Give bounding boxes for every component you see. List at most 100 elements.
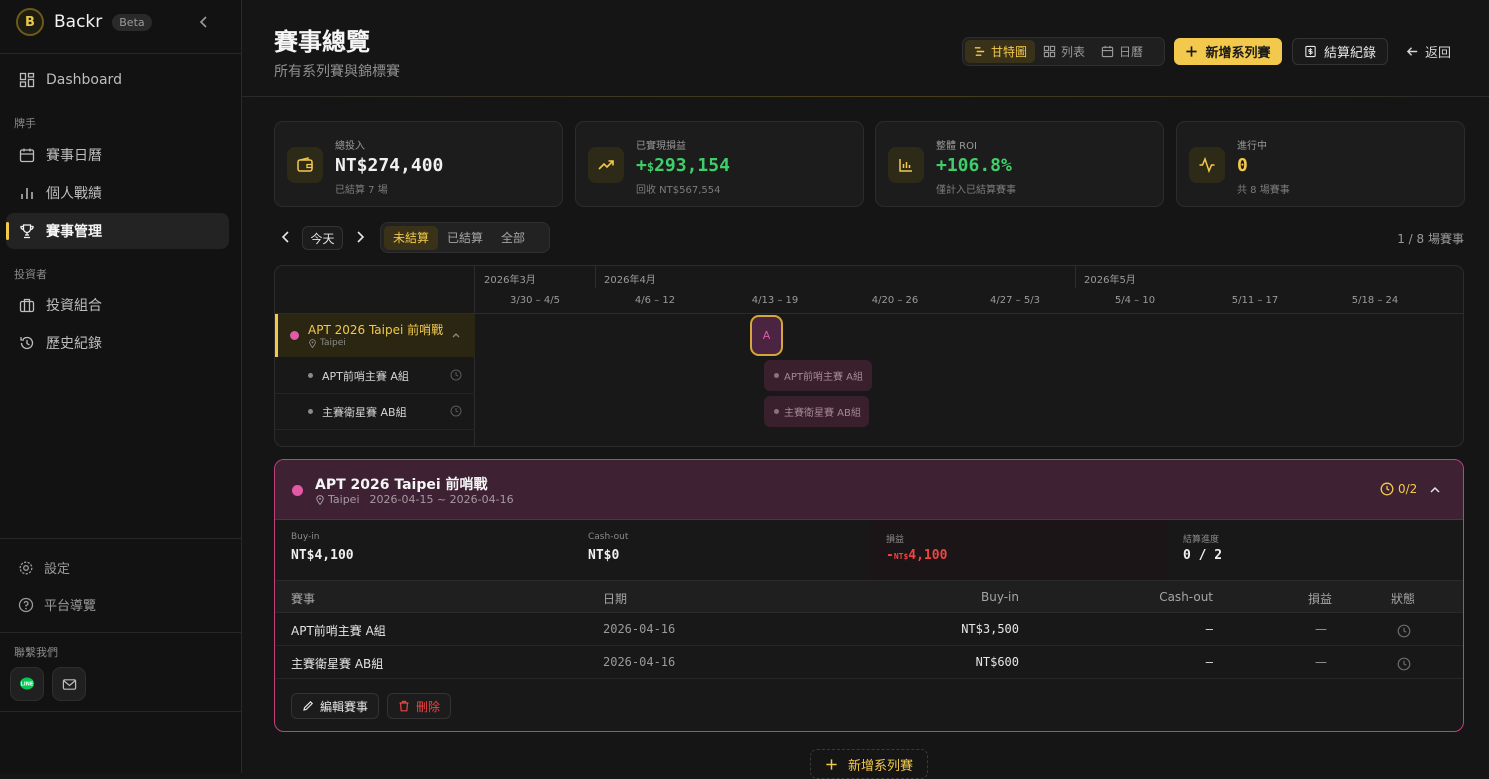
- table-row[interactable]: 主賽衛星賽 AB組 2026-04-16 NT$600 – —: [275, 646, 1463, 679]
- event-cashout: –: [1205, 655, 1213, 669]
- chevron-up-icon[interactable]: [451, 330, 461, 340]
- section-label-contact: 聯繫我們: [14, 646, 58, 659]
- gantt-week: 3/30 – 4/5: [510, 295, 560, 306]
- add-series-button[interactable]: 新增系列賽: [1174, 38, 1282, 65]
- view-list[interactable]: 列表: [1035, 40, 1093, 63]
- stat-value: +$293,154: [636, 155, 730, 176]
- mail-icon: [62, 678, 76, 690]
- nav-history[interactable]: 歷史紀錄: [6, 325, 229, 361]
- pnl-currency: NT$: [893, 552, 909, 561]
- view-label: 日曆: [1119, 45, 1144, 59]
- bar-label: APT前哨主賽 A組: [784, 372, 863, 383]
- gantt-month: 2026年5月: [1084, 275, 1136, 286]
- divider: [0, 53, 241, 54]
- series-meta: Taipei 2026-04-15 ~ 2026-04-16: [315, 493, 514, 506]
- back-label: 返回: [1425, 46, 1452, 61]
- nav-label: 個人戰績: [46, 186, 102, 202]
- view-gantt[interactable]: 甘特圖: [965, 40, 1036, 63]
- edit-event-button[interactable]: 編輯賽事: [291, 693, 380, 719]
- filter-all[interactable]: 全部: [492, 226, 534, 250]
- filter-unsettled[interactable]: 未結算: [384, 225, 439, 250]
- logo-letter: B: [25, 14, 35, 30]
- chevron-left-icon[interactable]: [196, 14, 212, 30]
- series-summary: Buy-in NT$4,100 Cash-out NT$0 損益 -NT$4,1…: [275, 520, 1463, 580]
- series-progress: 0/2: [1380, 482, 1417, 496]
- filter-settled[interactable]: 已結算: [438, 226, 492, 250]
- nav-portfolio[interactable]: 投資組合: [6, 287, 229, 323]
- stat-card-in-progress: 進行中 0 共 8 場賽事: [1176, 121, 1465, 207]
- add-series-bottom-button[interactable]: 新增系列賽: [810, 749, 928, 779]
- bar-dot: [774, 373, 779, 378]
- chevron-right-icon[interactable]: [352, 229, 368, 245]
- history-icon: [20, 336, 34, 350]
- summary-value: -NT$4,100: [886, 548, 947, 563]
- section-label-player: 牌手: [14, 117, 36, 130]
- event-name: APT前哨主賽 A組: [291, 624, 386, 638]
- divider: [0, 711, 241, 712]
- nav-label: 投資組合: [46, 298, 102, 314]
- calendar-icon: [19, 148, 35, 163]
- gear-icon: [19, 561, 33, 574]
- app-logo: B: [16, 8, 44, 36]
- svg-text:LINE: LINE: [21, 682, 34, 688]
- gantt-month: 2026年3月: [484, 275, 536, 286]
- nav-settings[interactable]: 設定: [18, 558, 70, 577]
- plus-icon: [826, 758, 837, 770]
- nav-label: 賽事管理: [46, 224, 102, 240]
- clock-icon: [1397, 624, 1411, 638]
- gantt-event-name[interactable]: APT前哨主賽 A組: [322, 368, 409, 384]
- pnl-sign: -: [886, 548, 894, 563]
- summary-progress: 結算進度 0 / 2: [1167, 520, 1463, 580]
- nav-calendar[interactable]: 賽事日曆: [6, 137, 229, 173]
- dashboard-icon: [19, 72, 35, 88]
- add-series-bottom-label: 新增系列賽: [847, 758, 913, 774]
- series-detail-header[interactable]: APT 2026 Taipei 前哨戰 Taipei 2026-04-15 ~ …: [275, 460, 1463, 520]
- column-header: 損益: [1308, 592, 1333, 606]
- gantt-event-bar[interactable]: 主賽衛星賽 AB組: [764, 396, 869, 427]
- gantt-month: 2026年4月: [604, 275, 656, 286]
- page-title: 賽事總覽: [274, 28, 370, 56]
- today-button[interactable]: 今天: [302, 226, 343, 250]
- series-dates: 2026-04-15 ~ 2026-04-16: [369, 493, 514, 506]
- marker-label: A: [762, 329, 771, 342]
- series-detail-card: APT 2026 Taipei 前哨戰 Taipei 2026-04-15 ~ …: [274, 459, 1464, 732]
- gantt-event-name[interactable]: 主賽衛星賽 AB組: [322, 404, 407, 420]
- column-header: Buy-in: [981, 590, 1019, 604]
- status-filter: 未結算 已結算 全部: [380, 222, 550, 253]
- stat-sub: 共 8 場賽事: [1237, 185, 1290, 196]
- summary-buyin: Buy-in NT$4,100: [275, 520, 572, 580]
- nav-stats[interactable]: 個人戰績: [6, 175, 229, 211]
- email-button[interactable]: [52, 667, 86, 701]
- nav-guide[interactable]: 平台導覽: [18, 595, 96, 614]
- brand[interactable]: B Backr Beta: [16, 8, 152, 36]
- gantt-series-name: APT 2026 Taipei 前哨戰: [308, 323, 444, 337]
- divider: [0, 632, 241, 633]
- back-button[interactable]: 返回: [1406, 38, 1451, 65]
- view-calendar[interactable]: 日曆: [1093, 40, 1151, 63]
- sidebar: B Backr Beta Dashboard 牌手 賽事日曆 個人戰績 賽事管理…: [0, 0, 242, 773]
- series-color-dot: [290, 331, 299, 340]
- line-button[interactable]: LINE: [10, 667, 44, 701]
- nav-dashboard[interactable]: Dashboard: [6, 62, 229, 98]
- delete-button[interactable]: 刪除: [387, 693, 452, 719]
- nav-manage[interactable]: 賽事管理: [6, 213, 229, 249]
- stat-value-currency: $: [646, 160, 655, 174]
- section-label-investor: 投資者: [14, 268, 47, 281]
- table-row[interactable]: APT前哨主賽 A組 2026-04-16 NT$3,500 – —: [275, 613, 1463, 646]
- gantt-event-bar[interactable]: APT前哨主賽 A組: [764, 360, 872, 391]
- settlement-log-button[interactable]: 結算紀錄: [1292, 38, 1388, 65]
- edit-label: 編輯賽事: [320, 699, 369, 714]
- chevron-up-icon[interactable]: [1429, 484, 1441, 496]
- nav-label: 歷史紀錄: [46, 336, 102, 352]
- divider: [0, 538, 241, 539]
- series-color-dot: [292, 485, 303, 496]
- summary-label: 結算進度: [1183, 535, 1220, 545]
- bar-chart-icon: [21, 188, 33, 199]
- gantt-series-marker[interactable]: A: [750, 315, 783, 356]
- trending-up-icon: [588, 147, 624, 183]
- plus-icon: [1186, 46, 1198, 57]
- event-count: 1 / 8 場賽事: [1397, 232, 1464, 246]
- nav-label: 賽事日曆: [46, 148, 102, 164]
- stat-sub: 回收 NT$567,554: [636, 185, 721, 196]
- chevron-left-icon[interactable]: [278, 229, 294, 245]
